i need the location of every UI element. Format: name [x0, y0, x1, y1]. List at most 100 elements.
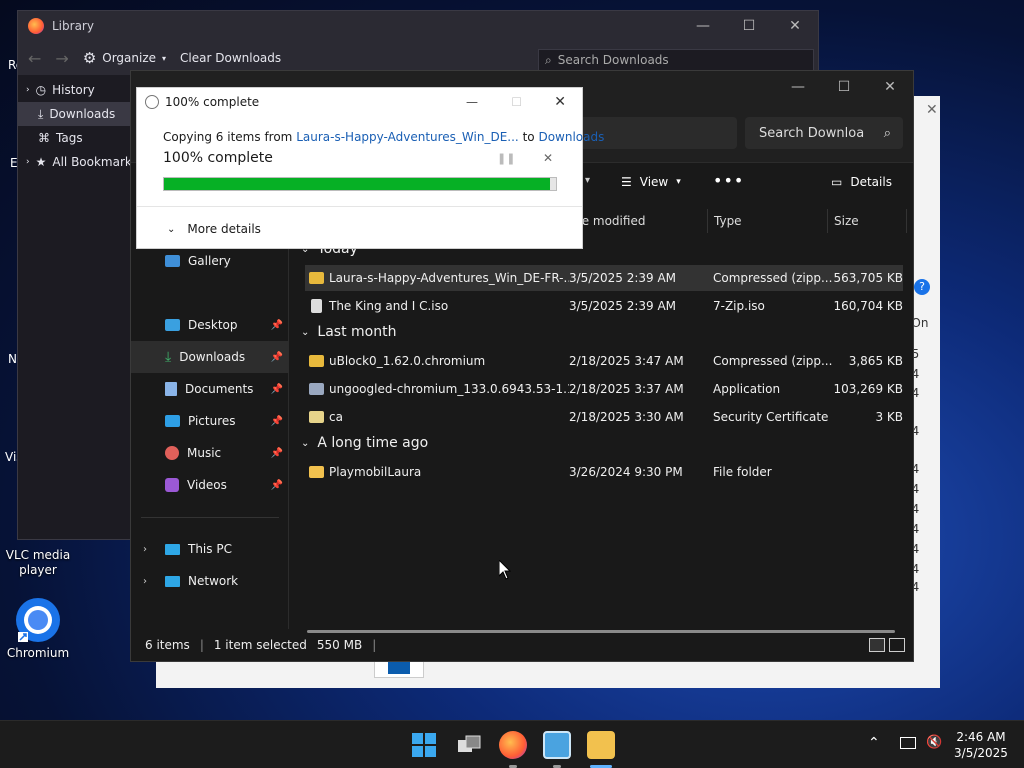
chevron-right-icon[interactable]: › — [143, 544, 147, 555]
desktop-icon — [165, 319, 180, 331]
library-titlebar[interactable]: Library — ☐ ✕ — [18, 11, 818, 41]
details-button[interactable]: ▭ Details — [831, 175, 892, 189]
system-clock[interactable]: 2:46 AM 3/5/2025 — [946, 729, 1016, 761]
file-size: 563,705 KB — [833, 271, 903, 285]
close-icon[interactable]: ✕ — [867, 79, 913, 95]
pin-icon[interactable]: 📌 — [271, 352, 283, 363]
nav-item-pictures[interactable]: Pictures 📌 — [131, 405, 289, 437]
file-type: Compressed (zipp... — [713, 271, 833, 285]
progress-status: 100% complete — [163, 150, 273, 166]
tree-item-downloads[interactable]: ⤓ Downloads — [18, 102, 130, 126]
chevron-right-icon: › — [26, 85, 30, 95]
back-arrow-icon[interactable]: ← — [28, 49, 41, 68]
pin-icon[interactable]: 📌 — [271, 480, 283, 491]
download-icon: ⤓ — [38, 106, 44, 121]
explorer-search-input[interactable]: Search Downloa ⌕ — [745, 117, 903, 149]
minimize-icon[interactable]: — — [775, 79, 821, 95]
nav-divider — [141, 517, 279, 518]
tree-item-all-bookmarks[interactable]: › ★ All Bookmarks — [18, 150, 138, 174]
control-panel-taskbar-icon[interactable] — [543, 731, 571, 759]
pin-icon[interactable]: 📌 — [271, 384, 283, 395]
maximize-icon[interactable]: ☐ — [821, 79, 867, 95]
chevron-down-icon[interactable]: ▾ — [585, 175, 590, 186]
file-row[interactable]: Laura-s-Happy-Adventures_Win_DE-FR-... 3… — [305, 265, 903, 291]
minimize-icon[interactable]: — — [466, 95, 478, 109]
tree-item-tags[interactable]: ⌘ Tags — [18, 126, 130, 150]
close-icon[interactable]: ✕ — [554, 94, 566, 110]
more-options-icon[interactable]: ••• — [713, 171, 744, 190]
minimize-icon[interactable]: — — [680, 18, 726, 34]
nav-item-documents[interactable]: Documents 📌 — [131, 373, 289, 405]
clock-icon: ◷ — [35, 83, 47, 97]
file-size: 3,865 KB — [848, 354, 903, 368]
task-view-icon[interactable] — [455, 731, 483, 759]
pause-icon[interactable]: ❚❚ — [497, 152, 515, 165]
network-status-icon[interactable] — [900, 737, 916, 749]
download-icon: ⤓ — [165, 349, 172, 365]
file-row[interactable]: The King and I C.iso 3/5/2025 2:39 AM 7-… — [305, 293, 903, 319]
tree-label: All Bookmarks — [52, 155, 139, 169]
file-row[interactable]: PlaymobilLaura 3/26/2024 9:30 PM File fo… — [305, 459, 903, 485]
nav-item-downloads[interactable]: ⤓ Downloads 📌 — [131, 341, 289, 373]
firefox-taskbar-icon[interactable] — [499, 731, 527, 759]
more-details-button[interactable]: ⌄ More details — [167, 222, 261, 236]
progress-titlebar[interactable]: 100% complete — ☐ ✕ — [137, 88, 582, 116]
forward-arrow-icon[interactable]: → — [55, 49, 68, 68]
file-date: 3/5/2025 2:39 AM — [569, 271, 677, 285]
organize-button[interactable]: ⚙ Organize ▾ — [83, 49, 166, 67]
library-tree: › ◷ History ⤓ Downloads ⌘ Tags › ★ All B… — [18, 77, 138, 539]
file-icon — [311, 299, 322, 313]
nav-label: Music — [187, 446, 222, 460]
chevron-up-icon[interactable]: ⌃ — [868, 735, 880, 751]
file-row[interactable]: uBlock0_1.62.0.chromium 2/18/2025 3:47 A… — [305, 348, 903, 374]
tiles-view-icon[interactable] — [889, 638, 905, 652]
library-search-input[interactable]: ⌕ Search Downloads — [538, 49, 814, 71]
pin-icon[interactable]: 📌 — [271, 320, 283, 331]
file-type: Security Certificate — [713, 410, 829, 424]
cancel-icon[interactable]: ✕ — [543, 151, 553, 165]
chevron-right-icon: › — [26, 157, 30, 167]
view-button[interactable]: ☰ View ▾ — [621, 175, 681, 189]
start-button[interactable] — [410, 731, 438, 759]
tree-item-history[interactable]: › ◷ History — [18, 78, 130, 102]
column-size[interactable]: Size — [827, 209, 907, 233]
clock-date: 3/5/2025 — [954, 746, 1008, 760]
file-row[interactable]: ca 2/18/2025 3:30 AM Security Certificat… — [305, 404, 903, 430]
nav-item-music[interactable]: Music 📌 — [131, 437, 289, 469]
zip-folder-icon — [309, 272, 324, 284]
destination-link[interactable]: Downloads — [538, 130, 604, 144]
gear-icon: ⚙ — [82, 49, 97, 67]
maximize-icon[interactable]: ☐ — [726, 18, 772, 34]
group-header-long-ago[interactable]: ⌄ A long time ago — [301, 435, 428, 451]
windows-logo-icon — [412, 733, 436, 757]
column-type[interactable]: Type — [707, 209, 742, 233]
details-view-icon[interactable] — [869, 638, 885, 652]
music-icon — [165, 446, 179, 460]
pin-icon[interactable]: 📌 — [271, 448, 283, 459]
desktop-fragment-3: N — [8, 352, 17, 366]
chevron-down-icon: ⌄ — [301, 326, 310, 338]
vlc-label: VLC media player — [5, 548, 71, 577]
pictures-icon — [165, 415, 180, 427]
desktop-icon-vlc[interactable]: VLC media player — [0, 548, 76, 578]
details-pane-icon: ▭ — [831, 175, 843, 189]
nav-item-desktop[interactable]: Desktop 📌 — [131, 309, 289, 341]
file-explorer-taskbar-icon[interactable] — [587, 731, 615, 759]
group-header-last-month[interactable]: ⌄ Last month — [301, 324, 396, 340]
volume-muted-icon[interactable]: 🔇 — [926, 735, 942, 750]
copy-to: to — [522, 130, 535, 144]
file-row[interactable]: ungoogled-chromium_133.0.6943.53-1.1... … — [305, 376, 903, 402]
nav-item-videos[interactable]: Videos 📌 — [131, 469, 289, 501]
help-icon[interactable]: ? — [914, 279, 930, 295]
close-icon[interactable]: ✕ — [926, 102, 938, 118]
pin-icon[interactable]: 📌 — [271, 416, 283, 427]
chevron-right-icon[interactable]: › — [143, 576, 147, 587]
tree-label: History — [52, 83, 95, 97]
source-link[interactable]: Laura-s-Happy-Adventures_Win_DE... — [296, 130, 519, 144]
desktop-icon-chromium[interactable]: Chromium — [0, 596, 76, 660]
nav-item-gallery[interactable]: Gallery — [131, 245, 289, 277]
close-icon[interactable]: ✕ — [772, 18, 818, 34]
clear-downloads-button[interactable]: Clear Downloads — [180, 51, 281, 65]
nav-item-this-pc[interactable]: › This PC — [131, 533, 289, 565]
nav-item-network[interactable]: › Network — [131, 565, 289, 597]
